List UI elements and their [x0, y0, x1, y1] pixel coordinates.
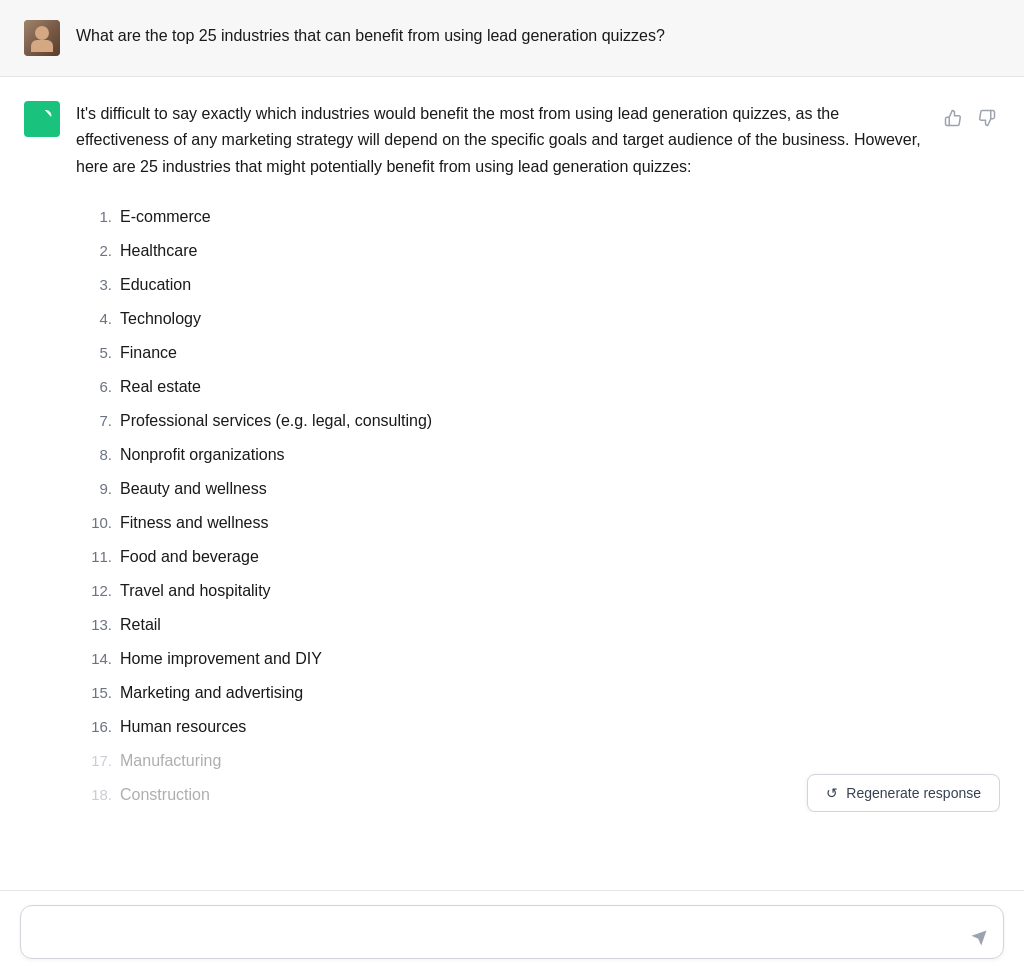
- send-icon: [970, 929, 988, 947]
- item-text: Food and beverage: [120, 545, 259, 569]
- input-container: [20, 905, 1004, 963]
- item-text: Fitness and wellness: [120, 511, 269, 535]
- item-number: 9.: [84, 478, 112, 501]
- list-item: 13. Retail: [84, 608, 932, 642]
- item-text: Real estate: [120, 375, 201, 399]
- item-number: 6.: [84, 376, 112, 399]
- ai-response-section: It's difficult to say exactly which indu…: [0, 77, 1024, 890]
- item-number: 15.: [84, 682, 112, 705]
- openai-logo-icon: [31, 108, 53, 130]
- list-item: 1. E-commerce: [84, 200, 932, 234]
- item-text: Finance: [120, 341, 177, 365]
- item-text: Healthcare: [120, 239, 197, 263]
- list-item: 6. Real estate: [84, 370, 932, 404]
- item-text: Home improvement and DIY: [120, 647, 322, 671]
- item-text: Nonprofit organizations: [120, 443, 285, 467]
- item-number: 5.: [84, 342, 112, 365]
- item-text: Technology: [120, 307, 201, 331]
- chat-input[interactable]: [20, 905, 1004, 959]
- thumbs-up-icon: [944, 109, 962, 127]
- list-item: 15. Marketing and advertising: [84, 676, 932, 710]
- item-text: Professional services (e.g. legal, consu…: [120, 409, 432, 433]
- item-text: Human resources: [120, 715, 246, 739]
- list-item: 9. Beauty and wellness: [84, 472, 932, 506]
- list-item: 5. Finance: [84, 336, 932, 370]
- list-item: 18. Construction: [84, 778, 932, 812]
- list-item: 7. Professional services (e.g. legal, con…: [84, 404, 932, 438]
- feedback-icons: [940, 101, 1000, 131]
- ai-content-wrapper: It's difficult to say exactly which indu…: [76, 101, 1000, 812]
- item-number: 3.: [84, 274, 112, 297]
- user-question-text: What are the top 25 industries that can …: [76, 20, 665, 48]
- item-number: 2.: [84, 240, 112, 263]
- item-number: 4.: [84, 308, 112, 331]
- regenerate-label: Regenerate response: [846, 785, 981, 801]
- item-number: 18.: [84, 784, 112, 807]
- list-item: 3. Education: [84, 268, 932, 302]
- send-button[interactable]: [966, 925, 992, 951]
- list-item: 4. Technology: [84, 302, 932, 336]
- list-item: 2. Healthcare: [84, 234, 932, 268]
- list-item: 17. Manufacturing: [84, 744, 932, 778]
- list-item: 14. Home improvement and DIY: [84, 642, 932, 676]
- item-number: 8.: [84, 444, 112, 467]
- list-item: 8. Nonprofit organizations: [84, 438, 932, 472]
- item-text: E-commerce: [120, 205, 211, 229]
- thumbs-up-button[interactable]: [940, 105, 966, 131]
- industry-list: 1. E-commerce 2. Healthcare 3. Education 4. Tec…: [76, 200, 932, 812]
- item-text: Education: [120, 273, 191, 297]
- list-item: 16. Human resources: [84, 710, 932, 744]
- item-text: Marketing and advertising: [120, 681, 303, 705]
- list-item: 10. Fitness and wellness: [84, 506, 932, 540]
- item-number: 11.: [84, 546, 112, 569]
- item-number: 1.: [84, 206, 112, 229]
- item-number: 13.: [84, 614, 112, 637]
- regenerate-container: ↺ Regenerate response: [807, 774, 1000, 812]
- item-text: Beauty and wellness: [120, 477, 267, 501]
- item-number: 17.: [84, 750, 112, 773]
- item-text: Retail: [120, 613, 161, 637]
- item-number: 12.: [84, 580, 112, 603]
- list-item: 11. Food and beverage: [84, 540, 932, 574]
- list-item: 12. Travel and hospitality: [84, 574, 932, 608]
- user-message-section: What are the top 25 industries that can …: [0, 0, 1024, 77]
- item-text: Manufacturing: [120, 749, 221, 773]
- input-area: [0, 890, 1024, 977]
- ai-icon: [24, 101, 60, 137]
- thumbs-down-button[interactable]: [974, 105, 1000, 131]
- regenerate-button[interactable]: ↺ Regenerate response: [807, 774, 1000, 812]
- regenerate-icon: ↺: [826, 785, 838, 801]
- item-number: 14.: [84, 648, 112, 671]
- item-text: Construction: [120, 783, 210, 807]
- ai-content: It's difficult to say exactly which indu…: [76, 101, 932, 812]
- thumbs-down-icon: [978, 109, 996, 127]
- item-text: Travel and hospitality: [120, 579, 271, 603]
- item-number: 16.: [84, 716, 112, 739]
- ai-intro-text: It's difficult to say exactly which indu…: [76, 101, 932, 180]
- item-number: 10.: [84, 512, 112, 535]
- user-avatar: [24, 20, 60, 56]
- item-number: 7.: [84, 410, 112, 433]
